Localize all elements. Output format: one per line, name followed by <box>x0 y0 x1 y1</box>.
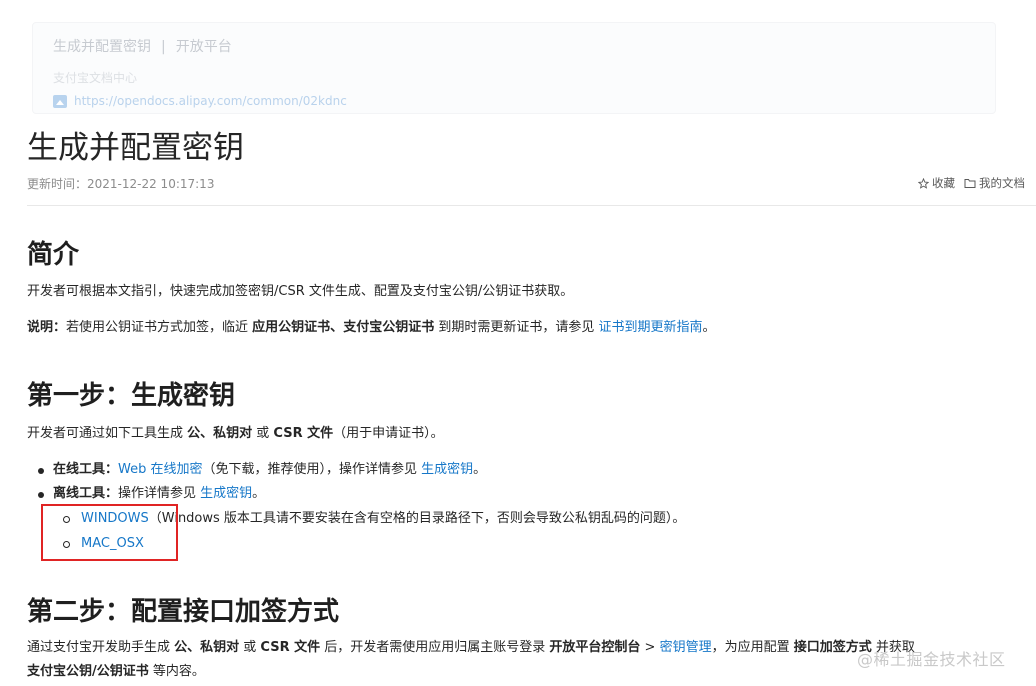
step2-text-3: 后，开发者需使用应用归属主账号登录 <box>320 640 550 655</box>
star-icon <box>918 177 929 189</box>
list-bullet <box>38 468 44 474</box>
favorite-button[interactable]: 收藏 <box>918 175 955 191</box>
highlight-box <box>41 504 178 561</box>
link-card-url-text[interactable]: https://opendocs.alipay.com/common/02kdn… <box>74 94 347 108</box>
online-tool-text: （免下载，推荐使用），操作详情参见 <box>202 462 422 477</box>
offline-tool-label: 离线工具： <box>53 486 119 501</box>
step2-text-2: 或 <box>239 640 261 655</box>
page-title: 生成并配置密钥 <box>27 130 244 166</box>
my-docs-button[interactable]: 我的文档 <box>964 175 1025 191</box>
step1-bold-csr: CSR 文件 <box>273 426 334 441</box>
step1-text-3: （用于申请证书）。 <box>333 426 444 441</box>
image-icon <box>53 94 67 108</box>
step1-text-1: 开发者可通过如下工具生成 <box>27 426 188 441</box>
step1-text-2: 或 <box>252 426 274 441</box>
note-text-2: 到期时需更新证书，请参见 <box>434 320 599 335</box>
generate-key-link-offline[interactable]: 生成密钥 <box>200 486 252 501</box>
note-label: 说明： <box>27 320 67 335</box>
intro-paragraph: 开发者可根据本文指引，快速完成加签密钥/CSR 文件生成、配置及支付宝公钥/公钥… <box>27 284 574 299</box>
link-card-platform: 开放平台 <box>175 39 232 55</box>
note-end: 。 <box>702 320 716 335</box>
link-preview-card[interactable]: 生成并配置密钥 | 开放平台 支付宝文档中心 https://opendocs.al… <box>32 22 996 114</box>
step2-text-1: 通过支付宝开发助手生成 <box>27 640 175 655</box>
step2-text-5: ，为应用配置 <box>711 640 794 655</box>
list-bullet <box>38 492 44 498</box>
step2-text-7: 等内容。 <box>148 664 205 679</box>
step2-bold-alipay-cert: 支付宝公钥/公钥证书 <box>27 664 149 679</box>
article-actions: 收藏 我的文档 <box>918 175 1025 191</box>
note-text: 若使用公钥证书方式加签，临近 <box>66 320 253 335</box>
intro-note: 说明：若使用公钥证书方式加签，临近 应用公钥证书、支付宝公钥证书 到期时需更新证… <box>27 318 716 338</box>
folder-icon <box>964 178 976 188</box>
intro-heading: 简介 <box>27 240 80 270</box>
step1-heading: 第一步：生成密钥 <box>27 381 236 411</box>
link-card-url[interactable]: https://opendocs.alipay.com/common/02kdn… <box>53 94 347 108</box>
key-management-link[interactable]: 密钥管理 <box>660 640 712 655</box>
link-card-subtitle: 支付宝文档中心 <box>53 71 138 85</box>
step1-bold-keypair: 公、私钥对 <box>187 426 253 441</box>
step2-bold-console: 开放平台控制台 <box>549 640 641 655</box>
cert-renewal-guide-link[interactable]: 证书到期更新指南 <box>598 320 702 335</box>
watermark: @稀土掘金技术社区 <box>857 650 1006 669</box>
step2-bold-keypair: 公、私钥对 <box>174 640 240 655</box>
step2-paragraph-line1: 通过支付宝开发助手生成 公、私钥对 或 CSR 文件 后，开发者需使用应用归属主… <box>27 638 915 658</box>
online-tool-label: 在线工具： <box>53 462 119 477</box>
header-divider <box>27 205 1036 206</box>
windows-note: （Windows 版本工具请不要安装在含有空格的目录路径下，否则会导致公私钥乱码… <box>148 511 686 526</box>
generate-key-link[interactable]: 生成密钥 <box>421 462 473 477</box>
offline-tool-end: 。 <box>252 486 266 501</box>
note-bold-alipay-cert: 支付宝公钥证书 <box>343 320 435 335</box>
step1-paragraph: 开发者可通过如下工具生成 公、私钥对 或 CSR 文件（用于申请证书）。 <box>27 424 444 444</box>
list-item-online-tool: 在线工具：Web 在线加密（免下载，推荐使用），操作详情参见 生成密钥。 <box>53 460 486 480</box>
favorite-label: 收藏 <box>932 176 955 190</box>
step2-text-4: > <box>640 640 660 655</box>
updated-time: 更新时间：2021-12-22 10:17:13 <box>27 177 215 191</box>
list-item-offline-tool: 离线工具：操作详情参见 生成密钥。 <box>53 484 265 504</box>
link-card-separator: | <box>161 39 166 55</box>
link-card-title-text: 生成并配置密钥 <box>53 39 151 55</box>
offline-tool-text: 操作详情参见 <box>118 486 201 501</box>
note-bold-app-cert: 应用公钥证书 <box>252 320 331 335</box>
my-docs-label: 我的文档 <box>979 176 1025 190</box>
online-tool-end: 。 <box>473 462 487 477</box>
step2-heading: 第二步：配置接口加签方式 <box>27 597 340 627</box>
step2-paragraph-line2: 支付宝公钥/公钥证书 等内容。 <box>27 662 205 682</box>
note-separator: 、 <box>330 320 344 335</box>
step2-bold-csr: CSR 文件 <box>260 640 321 655</box>
web-online-encrypt-link[interactable]: Web 在线加密 <box>118 462 202 477</box>
link-card-title: 生成并配置密钥 | 开放平台 <box>53 36 232 56</box>
